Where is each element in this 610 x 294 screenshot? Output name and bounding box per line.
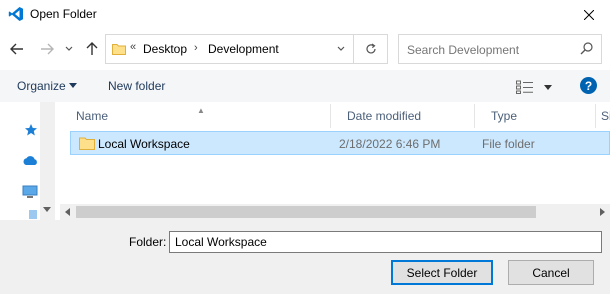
vscode-icon — [8, 7, 23, 21]
onedrive-cloud-icon[interactable] — [22, 155, 38, 166]
column-header-name-label: Name — [76, 109, 109, 123]
new-folder-button[interactable]: New folder — [108, 79, 165, 93]
select-folder-button[interactable]: Select Folder — [391, 260, 493, 285]
column-header-name[interactable]: Name ▲ — [60, 104, 331, 128]
folder-icon — [112, 44, 126, 55]
scroll-left-arrow-icon[interactable] — [64, 208, 70, 216]
file-date-modified: 2/18/2022 6:46 PM — [339, 137, 441, 151]
network-icon[interactable] — [28, 209, 38, 220]
navigation-pane-scrollbar[interactable] — [40, 102, 54, 220]
folder-label: Folder: — [129, 235, 167, 249]
organize-menu[interactable]: Organize — [17, 79, 66, 93]
view-options-button[interactable] — [516, 78, 554, 96]
help-button[interactable]: ? — [580, 77, 597, 94]
command-bar: Organize New folder — [0, 70, 610, 102]
back-button[interactable] — [7, 38, 27, 60]
breadcrumb-desktop[interactable]: Desktop — [143, 42, 187, 56]
recent-locations-button[interactable] — [62, 38, 76, 60]
scroll-right-arrow-icon[interactable] — [600, 208, 606, 216]
column-header-type[interactable]: Type — [475, 104, 596, 128]
refresh-icon — [365, 43, 376, 54]
chevron-down-icon — [337, 46, 345, 51]
search-placeholder: Search Development — [407, 43, 520, 57]
horizontal-scrollbar[interactable] — [60, 204, 610, 220]
caret-down-icon — [544, 85, 552, 90]
cancel-button[interactable]: Cancel — [508, 260, 594, 285]
search-input[interactable]: Search Development — [398, 34, 602, 64]
column-header-type-label: Type — [491, 109, 518, 123]
file-type: File folder — [482, 137, 535, 151]
close-icon — [584, 10, 594, 20]
dialog-footer: Folder: Select Folder Cancel — [0, 220, 610, 294]
window-title: Open Folder — [30, 7, 97, 21]
details-view-icon — [516, 80, 533, 94]
breadcrumb-development[interactable]: Development — [208, 42, 279, 56]
search-icon — [580, 42, 593, 55]
sort-ascending-icon: ▲ — [197, 106, 205, 115]
column-header-date-modified[interactable]: Date modified — [331, 104, 475, 128]
address-dropdown-button[interactable] — [329, 34, 353, 64]
this-pc-monitor-icon[interactable] — [22, 185, 38, 199]
scrollbar-thumb[interactable] — [76, 206, 536, 218]
title-bar: Open Folder — [0, 0, 610, 30]
overflow-chevron[interactable]: « — [130, 41, 136, 53]
caret-down-icon[interactable] — [69, 83, 77, 88]
file-list: Name ▲ Date modified Type Si Local Works… — [60, 102, 610, 220]
scroll-down-arrow-icon[interactable] — [43, 207, 51, 213]
column-header-size-label: Si — [601, 109, 610, 123]
folder-name-field[interactable] — [169, 231, 602, 253]
refresh-button[interactable] — [353, 34, 388, 64]
forward-arrow-icon — [41, 43, 54, 55]
folder-icon — [79, 137, 95, 150]
forward-button[interactable] — [37, 38, 57, 60]
close-button[interactable] — [568, 0, 610, 30]
file-name: Local Workspace — [98, 137, 190, 151]
chevron-down-icon — [65, 46, 73, 51]
up-button[interactable] — [82, 38, 102, 60]
quick-access-star-icon[interactable] — [24, 123, 38, 137]
column-header-size[interactable]: Si — [596, 104, 610, 128]
column-header-date-label: Date modified — [347, 109, 422, 123]
up-arrow-icon — [86, 42, 98, 55]
table-row[interactable]: Local Workspace 2/18/2022 6:46 PM File f… — [70, 131, 610, 155]
back-arrow-icon — [10, 43, 23, 55]
breadcrumb-separator-icon[interactable]: › — [194, 42, 198, 54]
